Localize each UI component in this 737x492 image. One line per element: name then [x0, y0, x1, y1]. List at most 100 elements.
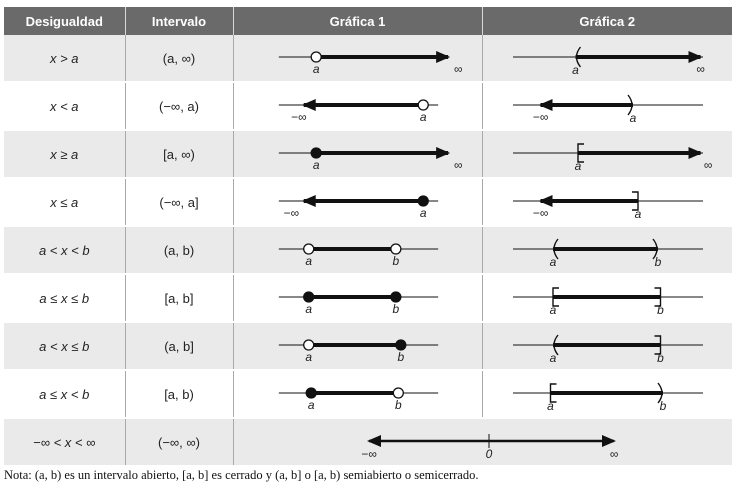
interval-cell: (a, ∞): [125, 35, 234, 83]
point-label: a: [305, 254, 312, 268]
closed-point: [394, 339, 406, 351]
open-point: [417, 99, 429, 111]
bracket-label: a: [572, 63, 579, 77]
open-point: [392, 387, 404, 399]
inequality-cell: a ≤ x < b: [4, 370, 126, 419]
closed-point: [417, 195, 429, 207]
point-label: b: [392, 302, 399, 316]
graph-2-cell: ab: [482, 274, 732, 323]
number-line-graph: ab: [278, 387, 438, 412]
closed-point: [305, 387, 317, 399]
graph-2-cell: a ∞: [482, 130, 732, 179]
number-line-graph: a ∞: [278, 147, 462, 172]
graph-2-cell: ab: [482, 322, 732, 371]
inequality-cell: x ≥ a: [4, 130, 126, 179]
header-intervalo: Intervalo: [125, 7, 234, 35]
graph-2-cell: ab: [482, 226, 732, 275]
inequality-cell: a < x ≤ b: [4, 322, 126, 371]
graph-2-cell: ab: [482, 370, 732, 419]
graph-1-cell: ab: [233, 370, 483, 419]
open-point: [389, 243, 402, 255]
number-line-graph: a −∞: [278, 195, 438, 220]
arrow-right-icon: [688, 147, 702, 159]
interval-cell: (a, b): [125, 226, 234, 275]
graph-1-cell: ab: [233, 226, 483, 275]
endpoint-label: ∞: [453, 62, 462, 76]
bracket-label: a: [549, 351, 556, 365]
full-line-cell: 0 −∞ ∞: [233, 418, 732, 467]
table-row: a < x ≤ b (a, b] a b a b: [4, 322, 732, 371]
number-line-graph: ab: [512, 238, 703, 269]
arrow-left-icon: [301, 195, 316, 207]
endpoint-label: −∞: [283, 206, 299, 220]
bracket-label: a: [574, 159, 581, 173]
bracket-label: b: [659, 399, 666, 413]
number-line-graph: ab: [278, 339, 438, 364]
table-row: a ≤ x < b [a, b) a b a b: [4, 370, 732, 419]
graph-1-cell: a −∞: [233, 82, 483, 131]
number-line-graph: a −∞: [278, 99, 438, 124]
interval-cell: [a, ∞): [125, 130, 234, 179]
arrow-left-icon: [366, 435, 381, 447]
inequality-cell: x < a: [4, 82, 126, 131]
number-line-graph: ab: [278, 291, 438, 316]
point-label: b: [397, 350, 404, 364]
header-row: Desigualdad Intervalo Gráfica 1 Gráfica …: [4, 7, 732, 35]
number-line-graph: 0 −∞ ∞: [361, 434, 618, 461]
graph-2-cell: a ∞: [482, 35, 732, 83]
bracket-label: a: [549, 303, 556, 317]
point-label: a: [312, 62, 319, 76]
inequality-cell: −∞ < x < ∞: [4, 418, 126, 467]
interval-cell: (−∞, a]: [125, 178, 234, 227]
bracket-label: b: [654, 255, 661, 269]
table-row: x < a (−∞, a) a −∞ a −∞: [4, 82, 732, 131]
number-line-graph: ab: [278, 243, 438, 268]
endpoint-label: −∞: [532, 110, 548, 124]
point-label: b: [394, 398, 401, 412]
number-line-graph: ab: [512, 382, 703, 413]
endpoint-label: ∞: [453, 158, 462, 172]
interval-cell: (a, b]: [125, 322, 234, 371]
open-point: [302, 339, 314, 351]
endpoint-label: ∞: [609, 447, 618, 461]
arrow-right-icon: [435, 51, 450, 63]
arrow-right-icon: [601, 435, 616, 447]
header-grafica-2: Gráfica 2: [482, 7, 732, 35]
number-line-graph: a −∞: [512, 191, 703, 221]
number-line-graph: ab: [512, 334, 703, 365]
closed-point: [389, 291, 402, 303]
bracket-label: b: [657, 303, 664, 317]
endpoint-label: ∞: [703, 158, 712, 172]
closed-point: [302, 291, 314, 303]
point-label: a: [312, 158, 319, 172]
interval-cell: [a, b]: [125, 274, 234, 323]
bracket-label: a: [634, 207, 641, 221]
point-label: a: [419, 206, 426, 220]
endpoint-label: −∞: [532, 206, 548, 220]
intervals-table: Desigualdad Intervalo Gráfica 1 Gráfica …: [4, 7, 732, 467]
table-row: a < x < b (a, b) a b a b: [4, 226, 732, 275]
bracket-label: a: [547, 399, 554, 413]
inequality-cell: a ≤ x ≤ b: [4, 274, 126, 323]
bracket-label: a: [629, 111, 636, 125]
point-label: b: [392, 254, 399, 268]
interval-cell: (−∞, a): [125, 82, 234, 131]
point-label: a: [307, 398, 314, 412]
bracket-label: b: [657, 351, 664, 365]
endpoint-label: −∞: [361, 447, 377, 461]
graph-2-cell: a −∞: [482, 178, 732, 227]
bracket-label: a: [549, 255, 556, 269]
footnote: Nota: (a, b) es un intervalo abierto, [a…: [4, 468, 479, 482]
inequality-cell: a < x < b: [4, 226, 126, 275]
arrow-right-icon: [435, 147, 450, 159]
inequality-cell: x ≤ a: [4, 178, 126, 227]
point-label: a: [305, 350, 312, 364]
graph-1-cell: a −∞: [233, 178, 483, 227]
open-point: [302, 243, 314, 255]
table-row: x ≥ a [a, ∞) a ∞ a ∞: [4, 130, 732, 179]
number-line-graph: a −∞: [512, 94, 703, 125]
graph-1-cell: ab: [233, 322, 483, 371]
table-row: x ≤ a (−∞, a] a −∞ a −∞: [4, 178, 732, 227]
point-label: a: [419, 110, 426, 124]
table-row: a ≤ x ≤ b [a, b] a b a b: [4, 274, 732, 323]
